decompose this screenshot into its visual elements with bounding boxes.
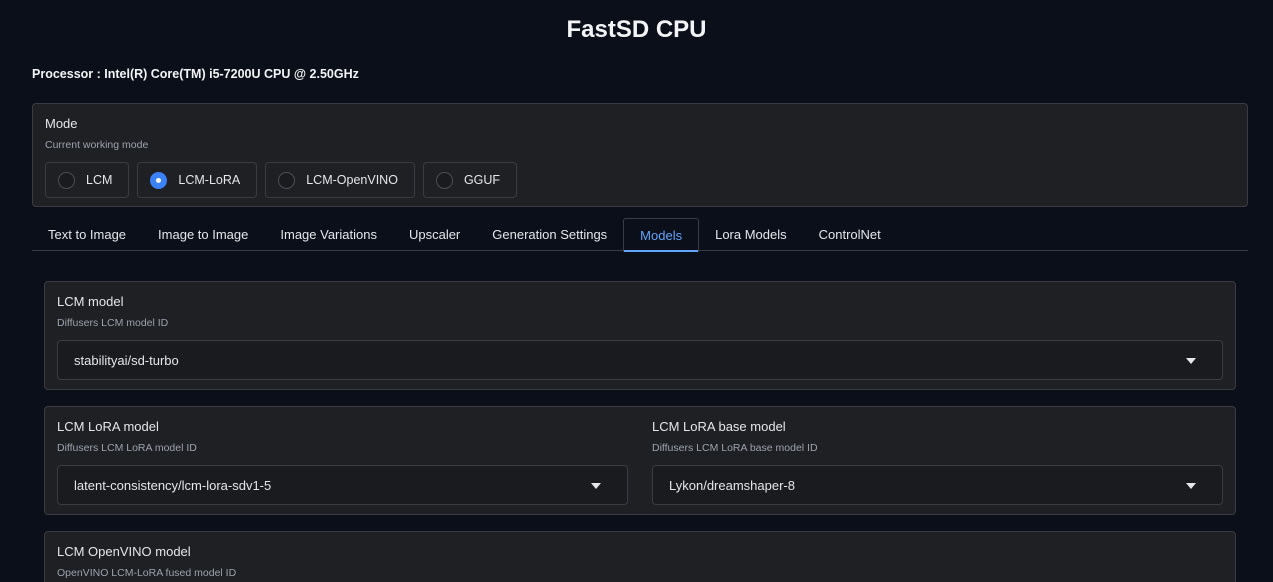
lcm-lora-panel: LCM LoRA model Diffusers LCM LoRA model … [44,406,1236,515]
mode-label: Mode [45,116,78,131]
mode-option-lcm-lora[interactable]: LCM-LoRA [137,162,258,198]
mode-option-lcm-openvino[interactable]: LCM-OpenVINO [265,162,415,198]
mode-option-gguf[interactable]: GGUF [422,162,518,198]
lcm-model-label: LCM model [57,294,124,309]
openvino-model-panel: LCM OpenVINO model OpenVINO LCM-LoRA fus… [44,531,1236,582]
openvino-model-subtitle: OpenVINO LCM-LoRA fused model ID [57,567,237,579]
chevron-down-icon[interactable] [591,483,601,489]
mode-radio-group: LCM LCM-LoRA LCM-OpenVINO GGUF [45,162,518,198]
tab-models[interactable]: Models [623,218,700,252]
tab-controlnet[interactable]: ControlNet [803,218,897,251]
tab-upscaler[interactable]: Upscaler [393,218,476,251]
mode-option-label: LCM-OpenVINO [306,173,398,187]
app-title: FastSD CPU [566,16,707,43]
mode-option-label: LCM [86,173,113,187]
lcm-lora-model-label: LCM LoRA model [57,419,159,434]
tab-generation-settings[interactable]: Generation Settings [476,218,623,251]
lcm-lora-model-value: latent-consistency/lcm-lora-sdv1-5 [74,477,272,493]
chevron-down-icon[interactable] [1186,483,1196,489]
tab-lora-models[interactable]: Lora Models [699,218,803,251]
mode-option-label: LCM-LoRA [178,173,241,187]
lcm-model-subtitle: Diffusers LCM model ID [57,317,169,329]
tab-bar: Text to Image Image to Image Image Varia… [32,218,1248,252]
mode-subtitle: Current working mode [45,139,149,151]
openvino-model-label: LCM OpenVINO model [57,544,191,559]
tab-image-to-image[interactable]: Image to Image [142,218,264,251]
app-page: FastSD CPU Processor : Intel(R) Core(TM)… [0,0,1273,582]
lcm-lora-model-subtitle: Diffusers LCM LoRA model ID [57,442,197,454]
radio-selected-icon[interactable] [150,171,168,189]
mode-option-lcm[interactable]: LCM [45,162,130,198]
radio-icon[interactable] [58,171,75,189]
lcm-lora-model-dropdown[interactable]: latent-consistency/lcm-lora-sdv1-5 [57,465,628,505]
processor-info: Processor : Intel(R) Core(TM) i5-7200U C… [32,67,359,81]
tab-text-to-image[interactable]: Text to Image [32,218,142,251]
tab-image-variations[interactable]: Image Variations [264,218,393,251]
lcm-model-value: stabilityai/sd-turbo [74,352,179,368]
lcm-lora-base-model-dropdown[interactable]: Lykon/dreamshaper-8 [652,465,1223,505]
lcm-lora-base-model-label: LCM LoRA base model [652,419,786,434]
radio-icon[interactable] [435,171,453,189]
mode-panel: Mode Current working mode LCM LCM-LoRA L… [32,103,1248,207]
lcm-lora-base-model-value: Lykon/dreamshaper-8 [669,477,795,493]
mode-option-label: GGUF [463,173,501,187]
lcm-lora-base-model-subtitle: Diffusers LCM LoRA base model ID [652,442,818,454]
radio-icon[interactable] [278,171,296,189]
chevron-down-icon[interactable] [1186,358,1196,364]
lcm-model-dropdown[interactable]: stabilityai/sd-turbo [57,340,1223,380]
lcm-model-panel: LCM model Diffusers LCM model ID stabili… [44,281,1236,390]
